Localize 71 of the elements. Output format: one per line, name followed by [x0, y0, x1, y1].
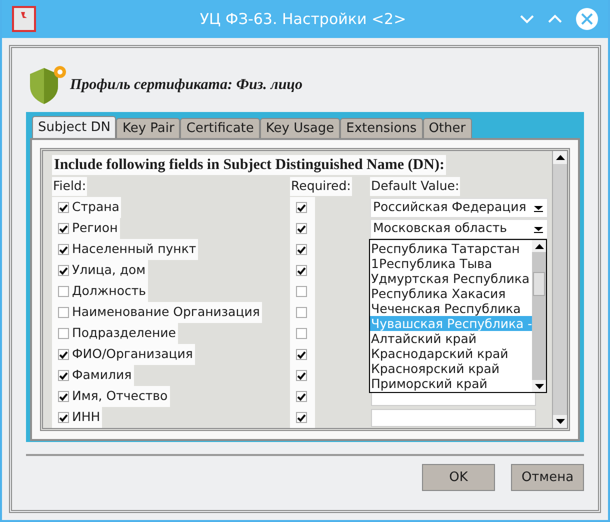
list-item[interactable]: 1Республика Тыва [370, 256, 532, 271]
checkbox[interactable] [296, 328, 307, 339]
checkbox[interactable] [58, 370, 69, 381]
checkbox[interactable] [58, 328, 69, 339]
window-title: УЦ ФЗ-63. Настройки <2> [198, 8, 408, 30]
tab[interactable]: Extensions [340, 118, 423, 138]
checkbox[interactable] [58, 349, 69, 360]
field-label: Должность [72, 282, 146, 300]
checkbox[interactable] [296, 307, 307, 318]
dialog-button[interactable]: Отмена [511, 464, 584, 491]
dialog-button[interactable]: OK [422, 464, 495, 491]
app-icon[interactable] [12, 6, 36, 32]
scrollbar[interactable] [532, 240, 546, 392]
field-label: Населенный пункт [72, 240, 196, 258]
scroll-down-icon[interactable] [553, 415, 567, 428]
shield-gear-icon [28, 64, 68, 106]
field-label: Наименование Организация [72, 303, 260, 322]
list-item[interactable]: Приморский край [370, 376, 532, 391]
field-label: Фамилия [72, 366, 132, 384]
checkbox[interactable] [296, 370, 307, 381]
scrollbar[interactable] [552, 151, 567, 428]
checkbox[interactable] [296, 202, 307, 213]
dropdown[interactable]: Московская область [370, 218, 548, 238]
dropdown-arrow-icon[interactable] [533, 203, 544, 212]
checkbox[interactable] [296, 349, 307, 360]
checkbox[interactable] [58, 265, 69, 276]
column-header: Required: [290, 177, 352, 196]
tab[interactable]: Key Usage [260, 118, 340, 138]
tab[interactable]: Certificate [180, 118, 260, 138]
checkbox[interactable] [58, 244, 69, 255]
field-label: Регион [72, 219, 118, 238]
list-item[interactable]: Краснодарский край [370, 346, 532, 361]
field-label: ФИО/Организация [72, 345, 193, 364]
profile-title: Профиль сертификата: Физ. лицо [70, 76, 303, 94]
checkbox[interactable] [58, 412, 69, 423]
tab[interactable]: Subject DN [32, 116, 116, 138]
checkbox[interactable] [296, 391, 307, 402]
field-label: Имя, Отчество [72, 387, 168, 406]
scroll-down-icon[interactable] [532, 380, 546, 392]
checkbox[interactable] [58, 391, 69, 402]
scroll-thumb[interactable] [533, 272, 546, 296]
scroll-up-icon[interactable] [532, 240, 546, 252]
scroll-up-icon[interactable] [553, 151, 567, 164]
column-header: Default Value: [370, 177, 460, 196]
checkbox[interactable] [296, 286, 307, 297]
list-item[interactable]: Красноярский край [370, 361, 532, 376]
dropdown-list[interactable]: Республика Татарстан 1Республика Тыва Удмуртская Республика Республика Хакасия Чеченская Республика Чувашская Республика - Алтайский край Краснодарский край Красноярский край Приморский край [369, 239, 547, 393]
list-item[interactable]: Алтайский край [370, 331, 532, 346]
input-field[interactable] [371, 408, 536, 426]
checkbox[interactable] [296, 265, 307, 276]
list-item[interactable]: Чеченская Республика [370, 301, 532, 316]
field-label: ИНН [72, 408, 100, 426]
list-item[interactable]: Удмуртская Республика [370, 271, 532, 286]
checkbox[interactable] [296, 412, 307, 423]
list-item[interactable]: Республика Хакасия [370, 286, 532, 301]
dropdown-arrow-icon[interactable] [533, 224, 544, 233]
column-header: Field: [52, 177, 88, 196]
checkbox[interactable] [58, 307, 69, 318]
field-label: Улица, дом [72, 261, 146, 280]
dropdown[interactable]: Российская Федерация [370, 198, 548, 218]
checkbox[interactable] [58, 223, 69, 234]
tab[interactable]: Key Pair [116, 118, 180, 138]
field-label: Подразделение [72, 324, 176, 342]
list-item[interactable]: Республика Татарстан [370, 241, 532, 256]
checkbox[interactable] [58, 286, 69, 297]
checkbox[interactable] [296, 244, 307, 255]
tab[interactable]: Other [422, 118, 472, 138]
section-heading: Include following fields in Subject Distinguished Name (DN): [52, 155, 446, 175]
checkbox[interactable] [296, 223, 307, 234]
checkbox[interactable] [58, 202, 69, 213]
field-label: Страна [72, 198, 120, 216]
